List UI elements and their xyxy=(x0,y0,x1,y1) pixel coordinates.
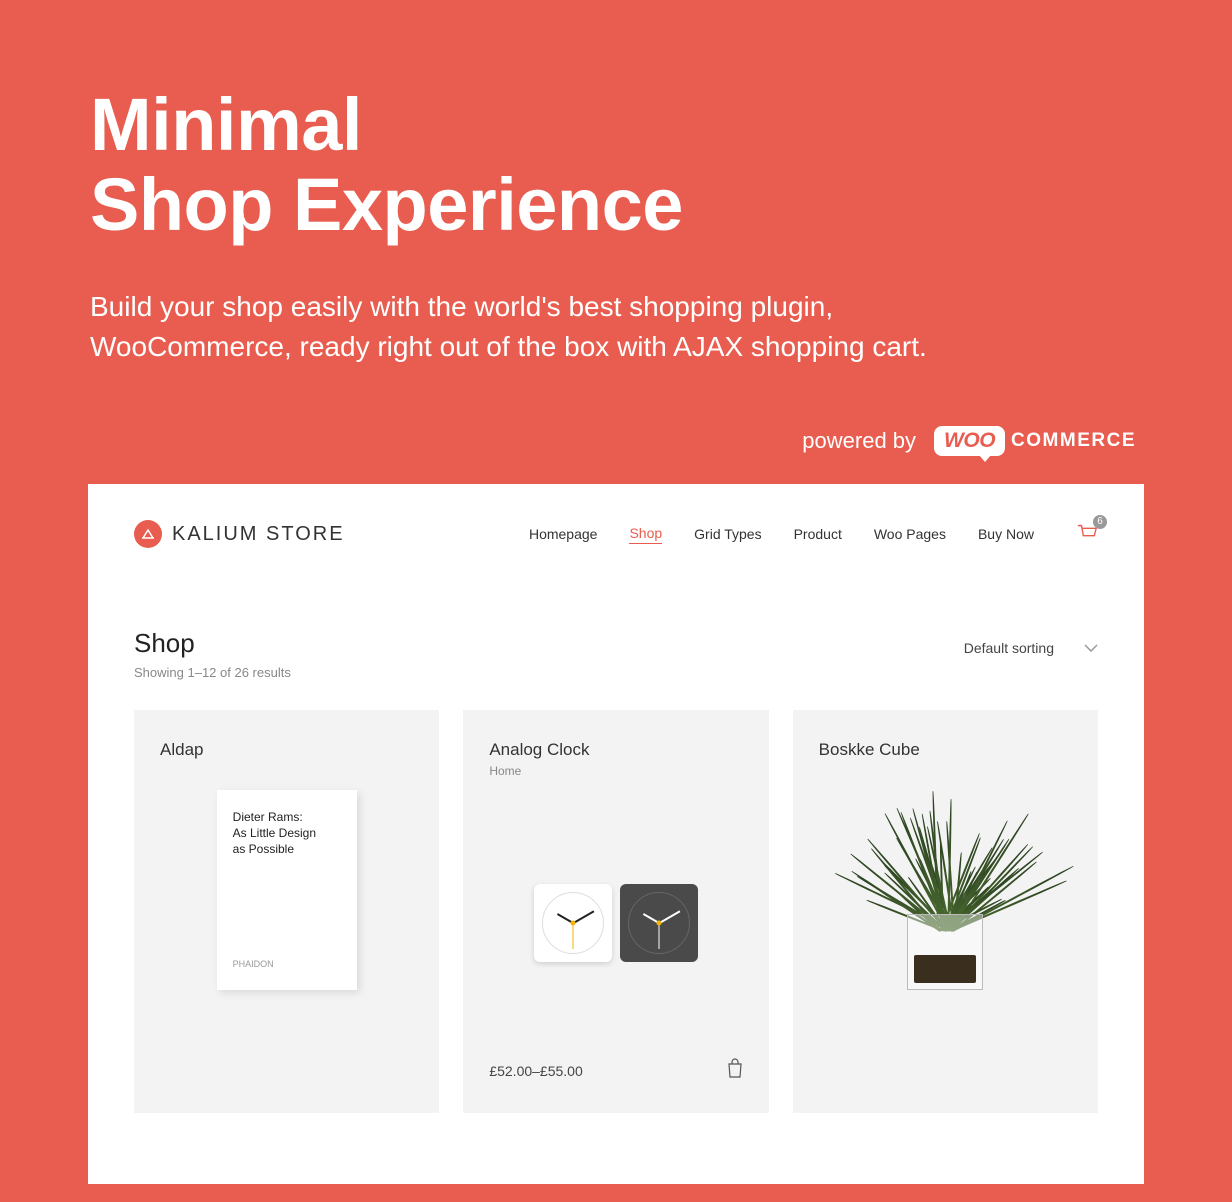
chevron-down-icon xyxy=(1084,644,1098,652)
powered-by-row: powered by WOO COMMERCE xyxy=(0,366,1232,484)
cart-badge: 6 xyxy=(1093,515,1107,529)
powered-label: powered by xyxy=(802,428,916,454)
sort-label: Default sorting xyxy=(964,640,1054,656)
product-grid: Aldap Dieter Rams: As Little Design as P… xyxy=(88,710,1144,1113)
plant-illustration xyxy=(865,790,1025,990)
product-title: Analog Clock xyxy=(489,740,742,760)
hero-section: Minimal Shop Experience Build your shop … xyxy=(0,0,1232,366)
hero-title-line1: Minimal xyxy=(90,83,362,166)
book-illustration: Dieter Rams: As Little Design as Possibl… xyxy=(217,790,357,990)
product-card-aldap[interactable]: Aldap Dieter Rams: As Little Design as P… xyxy=(134,710,439,1113)
product-image: Dieter Rams: As Little Design as Possibl… xyxy=(160,790,413,990)
nav-shop[interactable]: Shop xyxy=(629,525,662,544)
woocommerce-logo: WOO COMMERCE xyxy=(934,426,1136,456)
clock-illustration xyxy=(534,884,698,962)
page-header: Shop Showing 1–12 of 26 results Default … xyxy=(88,578,1144,710)
main-nav: Homepage Shop Grid Types Product Woo Pag… xyxy=(529,522,1098,547)
product-image xyxy=(489,808,742,1038)
brand[interactable]: KALIUM STORE xyxy=(134,520,345,548)
hero-subtitle: Build your shop easily with the world's … xyxy=(90,287,1040,367)
result-count: Showing 1–12 of 26 results xyxy=(134,665,291,680)
nav-grid-types[interactable]: Grid Types xyxy=(694,526,761,542)
nav-homepage[interactable]: Homepage xyxy=(529,526,598,542)
nav-product[interactable]: Product xyxy=(794,526,842,542)
product-image xyxy=(819,790,1072,990)
store-preview: KALIUM STORE Homepage Shop Grid Types Pr… xyxy=(88,484,1144,1184)
product-category: Home xyxy=(489,764,742,778)
bag-icon xyxy=(727,1058,743,1078)
product-price: £52.00–£55.00 xyxy=(489,1063,582,1079)
hero-title: Minimal Shop Experience xyxy=(90,85,1142,245)
product-title: Aldap xyxy=(160,740,413,760)
product-title: Boskke Cube xyxy=(819,740,1072,760)
hero-title-line2: Shop Experience xyxy=(90,163,683,246)
product-card-analog-clock[interactable]: Analog Clock Home £52.00–£55.00 xyxy=(463,710,768,1113)
nav-woo-pages[interactable]: Woo Pages xyxy=(874,526,946,542)
add-to-cart-button[interactable] xyxy=(727,1058,743,1083)
sort-dropdown[interactable]: Default sorting xyxy=(964,628,1098,656)
cart-button[interactable]: 6 xyxy=(1076,522,1098,547)
page-title: Shop xyxy=(134,628,291,659)
product-card-boskke-cube[interactable]: Boskke Cube xyxy=(793,710,1098,1113)
woo-bubble: WOO xyxy=(934,426,1005,456)
price-row: £52.00–£55.00 xyxy=(489,1058,742,1083)
brand-icon xyxy=(134,520,162,548)
nav-buy-now[interactable]: Buy Now xyxy=(978,526,1034,542)
brand-text: KALIUM STORE xyxy=(172,523,345,546)
woo-commerce-text: COMMERCE xyxy=(1011,430,1136,452)
page-header-left: Shop Showing 1–12 of 26 results xyxy=(134,628,291,680)
site-header: KALIUM STORE Homepage Shop Grid Types Pr… xyxy=(88,484,1144,578)
